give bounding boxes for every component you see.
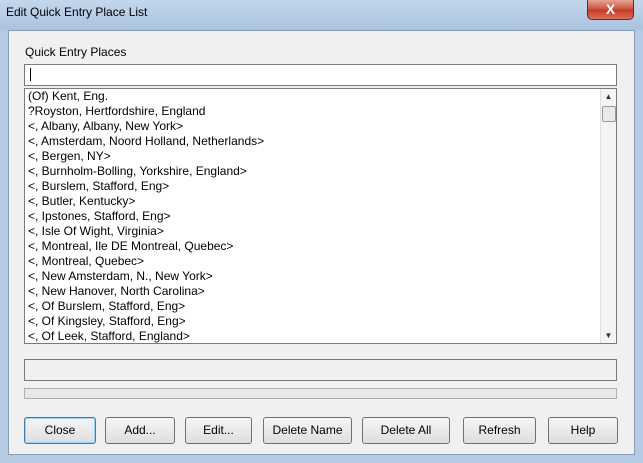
status-field xyxy=(24,359,617,381)
list-item[interactable]: <, Albany, Albany, New York> xyxy=(25,119,600,134)
progress-bar xyxy=(24,388,617,399)
places-listbox[interactable]: (Of) Kent, Eng. ?Royston, Hertfordshire, … xyxy=(24,88,617,344)
scroll-down-icon[interactable]: ▼ xyxy=(601,328,616,343)
list-item[interactable]: <, Burnholm-Bolling, Yorkshire, England> xyxy=(25,164,600,179)
close-button[interactable]: Close xyxy=(24,417,96,444)
list-item[interactable]: <, Of Leek, Stafford, England> xyxy=(25,329,600,343)
title-bar[interactable]: Edit Quick Entry Place List X xyxy=(0,0,643,30)
list-item[interactable]: <, Burslem, Stafford, Eng> xyxy=(25,179,600,194)
delete-all-button[interactable]: Delete All xyxy=(362,417,450,444)
list-item[interactable]: ?Royston, Hertfordshire, England xyxy=(25,104,600,119)
scroll-thumb[interactable] xyxy=(602,106,616,122)
list-item[interactable]: <, Montreal, Quebec> xyxy=(25,254,600,269)
delete-name-button[interactable]: Delete Name xyxy=(263,417,352,444)
place-entry-input[interactable] xyxy=(24,64,617,86)
scroll-up-icon[interactable]: ▲ xyxy=(601,89,616,104)
list-item[interactable]: <, New Hanover, North Carolina> xyxy=(25,284,600,299)
places-list: (Of) Kent, Eng. ?Royston, Hertfordshire, … xyxy=(25,89,600,343)
add-button[interactable]: Add... xyxy=(105,417,175,444)
list-item[interactable]: <, Ipstones, Stafford, Eng> xyxy=(25,209,600,224)
window-title: Edit Quick Entry Place List xyxy=(6,5,148,19)
help-button[interactable]: Help xyxy=(548,417,618,444)
list-item[interactable]: <, Amsterdam, Noord Holland, Netherlands… xyxy=(25,134,600,149)
vertical-scrollbar[interactable]: ▲ ▼ xyxy=(600,89,616,343)
window-close-icon[interactable]: X xyxy=(587,0,634,20)
list-item[interactable]: <, Of Kingsley, Stafford, Eng> xyxy=(25,314,600,329)
refresh-button[interactable]: Refresh xyxy=(463,417,536,444)
list-item[interactable]: <, Butler, Kentucky> xyxy=(25,194,600,209)
list-item[interactable]: <, Bergen, NY> xyxy=(25,149,600,164)
edit-button[interactable]: Edit... xyxy=(185,417,252,444)
dialog-window: Edit Quick Entry Place List X Quick Entr… xyxy=(0,0,643,463)
list-item[interactable]: <, New Amsterdam, N., New York> xyxy=(25,269,600,284)
text-caret xyxy=(30,68,31,81)
list-item[interactable]: <, Isle Of Wight, Virginia> xyxy=(25,224,600,239)
list-item[interactable]: <, Of Burslem, Stafford, Eng> xyxy=(25,299,600,314)
quick-entry-places-label: Quick Entry Places xyxy=(25,45,127,59)
list-item[interactable]: (Of) Kent, Eng. xyxy=(25,89,600,104)
list-item[interactable]: <, Montreal, Ile DE Montreal, Quebec> xyxy=(25,239,600,254)
dialog-client-area: Quick Entry Places (Of) Kent, Eng. ?Royst… xyxy=(8,30,635,455)
